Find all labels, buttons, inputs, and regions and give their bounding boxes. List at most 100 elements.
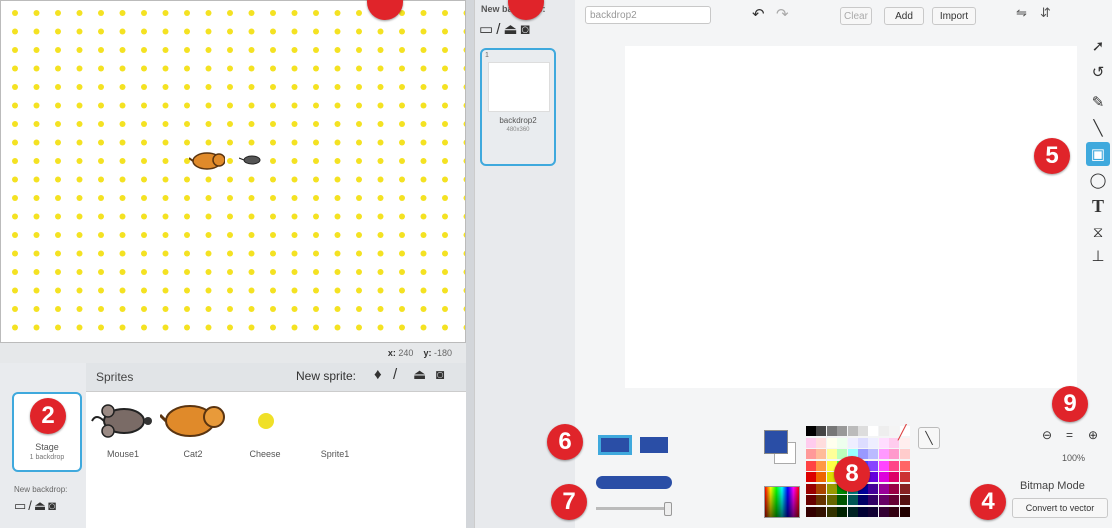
color-swatch[interactable] bbox=[868, 426, 879, 436]
sprite-tile-sprite1[interactable]: Sprite1 bbox=[300, 395, 370, 465]
color-swatch[interactable] bbox=[899, 506, 910, 517]
paint-new-sprite-icon[interactable]: / bbox=[393, 366, 397, 383]
color-swatch[interactable] bbox=[878, 472, 889, 482]
redo-icon[interactable]: ↷ bbox=[776, 5, 789, 23]
transparent-color-icon[interactable]: ╱ bbox=[898, 424, 906, 441]
color-swatch[interactable] bbox=[899, 449, 910, 459]
color-swatch[interactable] bbox=[878, 449, 889, 459]
color-swatch[interactable] bbox=[878, 437, 889, 448]
color-swatch[interactable] bbox=[837, 437, 848, 448]
color-swatch[interactable] bbox=[868, 449, 879, 459]
color-swatch[interactable] bbox=[868, 495, 879, 505]
text-tool-icon[interactable]: T bbox=[1086, 194, 1110, 218]
sprite-tile-mouse1[interactable]: Mouse1 bbox=[88, 395, 158, 465]
sprite-tile-cheese[interactable]: Cheese bbox=[230, 395, 300, 465]
line-width-slider-track[interactable] bbox=[596, 507, 668, 510]
color-swatch[interactable] bbox=[806, 449, 816, 459]
color-swatch[interactable] bbox=[868, 437, 879, 448]
color-swatch[interactable] bbox=[899, 460, 910, 471]
color-swatch[interactable] bbox=[806, 483, 816, 494]
clear-button[interactable]: Clear bbox=[840, 7, 872, 25]
image-library-icon[interactable]: ▭ bbox=[14, 498, 28, 513]
backdrop-name-input[interactable] bbox=[585, 6, 711, 24]
pane-splitter[interactable] bbox=[466, 0, 474, 528]
color-swatch[interactable] bbox=[847, 506, 858, 517]
paint-bucket-icon[interactable]: ⧖ bbox=[1086, 220, 1110, 244]
color-swatch[interactable] bbox=[889, 472, 900, 482]
color-swatch[interactable] bbox=[806, 495, 816, 505]
color-swatch[interactable] bbox=[847, 437, 858, 448]
zoom-in-icon[interactable]: ⊕ bbox=[1088, 428, 1098, 442]
color-swatch[interactable] bbox=[826, 449, 837, 459]
eyedropper-icon[interactable]: ╲ bbox=[918, 427, 940, 449]
stage[interactable] bbox=[0, 0, 466, 343]
import-button[interactable]: Import bbox=[932, 7, 976, 25]
cat-sprite-on-stage[interactable] bbox=[189, 149, 225, 173]
color-swatch[interactable] bbox=[806, 426, 816, 436]
color-swatch[interactable] bbox=[889, 483, 900, 494]
color-swatch[interactable] bbox=[889, 495, 900, 505]
paint-canvas[interactable] bbox=[625, 46, 1077, 388]
color-swatch[interactable] bbox=[816, 437, 827, 448]
color-swatch[interactable] bbox=[858, 426, 868, 436]
color-swatch[interactable] bbox=[889, 449, 900, 459]
stamp-icon[interactable]: ⊥ bbox=[1086, 244, 1110, 268]
color-swatch[interactable] bbox=[806, 472, 816, 482]
color-swatch[interactable] bbox=[858, 506, 868, 517]
color-swatch[interactable] bbox=[826, 437, 837, 448]
convert-to-vector-button[interactable]: Convert to vector bbox=[1012, 498, 1108, 518]
sprite-tile-cat2[interactable]: Cat2 bbox=[158, 395, 228, 465]
zoom-reset-icon[interactable]: = bbox=[1066, 428, 1073, 442]
flip-horizontal-icon[interactable]: ⇋ bbox=[1016, 5, 1027, 21]
filled-rectangle-option[interactable] bbox=[640, 437, 668, 453]
ellipse-icon[interactable]: ◯ bbox=[1086, 168, 1110, 192]
color-swatch[interactable] bbox=[878, 426, 889, 436]
camera-sprite-icon[interactable]: ◙ bbox=[436, 366, 444, 382]
zoom-out-icon[interactable]: ⊖ bbox=[1042, 428, 1052, 442]
upload-backdrop-icon[interactable]: ⏏ bbox=[503, 21, 520, 38]
color-swatch[interactable] bbox=[826, 483, 837, 494]
color-swatch[interactable] bbox=[837, 506, 848, 517]
flip-vertical-icon[interactable]: ⇵ bbox=[1040, 5, 1051, 21]
color-swatch[interactable] bbox=[899, 472, 910, 482]
color-swatch[interactable] bbox=[806, 437, 816, 448]
upload-sprite-icon[interactable]: ⏏ bbox=[413, 366, 426, 383]
camera-backdrop-icon[interactable]: ◙ bbox=[521, 21, 533, 38]
color-swatch[interactable] bbox=[847, 495, 858, 505]
reshape-icon[interactable]: ↺ bbox=[1086, 60, 1110, 84]
color-swatch[interactable] bbox=[878, 460, 889, 471]
color-swatch[interactable] bbox=[868, 506, 879, 517]
upload-icon[interactable]: ⏏ bbox=[34, 498, 48, 513]
color-swatch[interactable] bbox=[816, 449, 827, 459]
select-arrow-icon[interactable]: ➚ bbox=[1086, 34, 1110, 58]
camera-icon[interactable]: ◙ bbox=[48, 498, 58, 513]
color-swatch[interactable] bbox=[899, 483, 910, 494]
primary-color-swatch[interactable] bbox=[764, 430, 788, 454]
color-swatch[interactable] bbox=[826, 495, 837, 505]
color-swatch[interactable] bbox=[816, 506, 827, 517]
color-swatch[interactable] bbox=[816, 483, 827, 494]
color-swatch[interactable] bbox=[826, 506, 837, 517]
color-picker-spectrum[interactable] bbox=[764, 486, 800, 518]
color-swatch[interactable] bbox=[868, 460, 879, 471]
color-swatch[interactable] bbox=[868, 483, 879, 494]
add-button[interactable]: Add bbox=[884, 7, 924, 25]
rectangle-tool-icon[interactable]: ▣ bbox=[1086, 142, 1110, 166]
color-swatch[interactable] bbox=[889, 460, 900, 471]
color-swatch[interactable] bbox=[878, 483, 889, 494]
color-swatch[interactable] bbox=[806, 506, 816, 517]
backdrop-library-icon[interactable]: ▭ bbox=[479, 21, 496, 38]
outline-rectangle-option[interactable] bbox=[598, 435, 632, 455]
color-swatch[interactable] bbox=[826, 426, 837, 436]
color-swatch[interactable] bbox=[878, 506, 889, 517]
line-icon[interactable]: ╲ bbox=[1086, 116, 1110, 140]
undo-icon[interactable]: ↶ bbox=[752, 5, 765, 23]
color-swatch[interactable] bbox=[847, 426, 858, 436]
color-swatch[interactable] bbox=[878, 495, 889, 505]
color-swatch[interactable] bbox=[816, 472, 827, 482]
color-swatch[interactable] bbox=[816, 426, 827, 436]
color-swatch[interactable] bbox=[889, 506, 900, 517]
color-swatch[interactable] bbox=[806, 460, 816, 471]
sprite-library-icon[interactable]: ♦ bbox=[374, 366, 382, 383]
color-swatch[interactable] bbox=[899, 495, 910, 505]
